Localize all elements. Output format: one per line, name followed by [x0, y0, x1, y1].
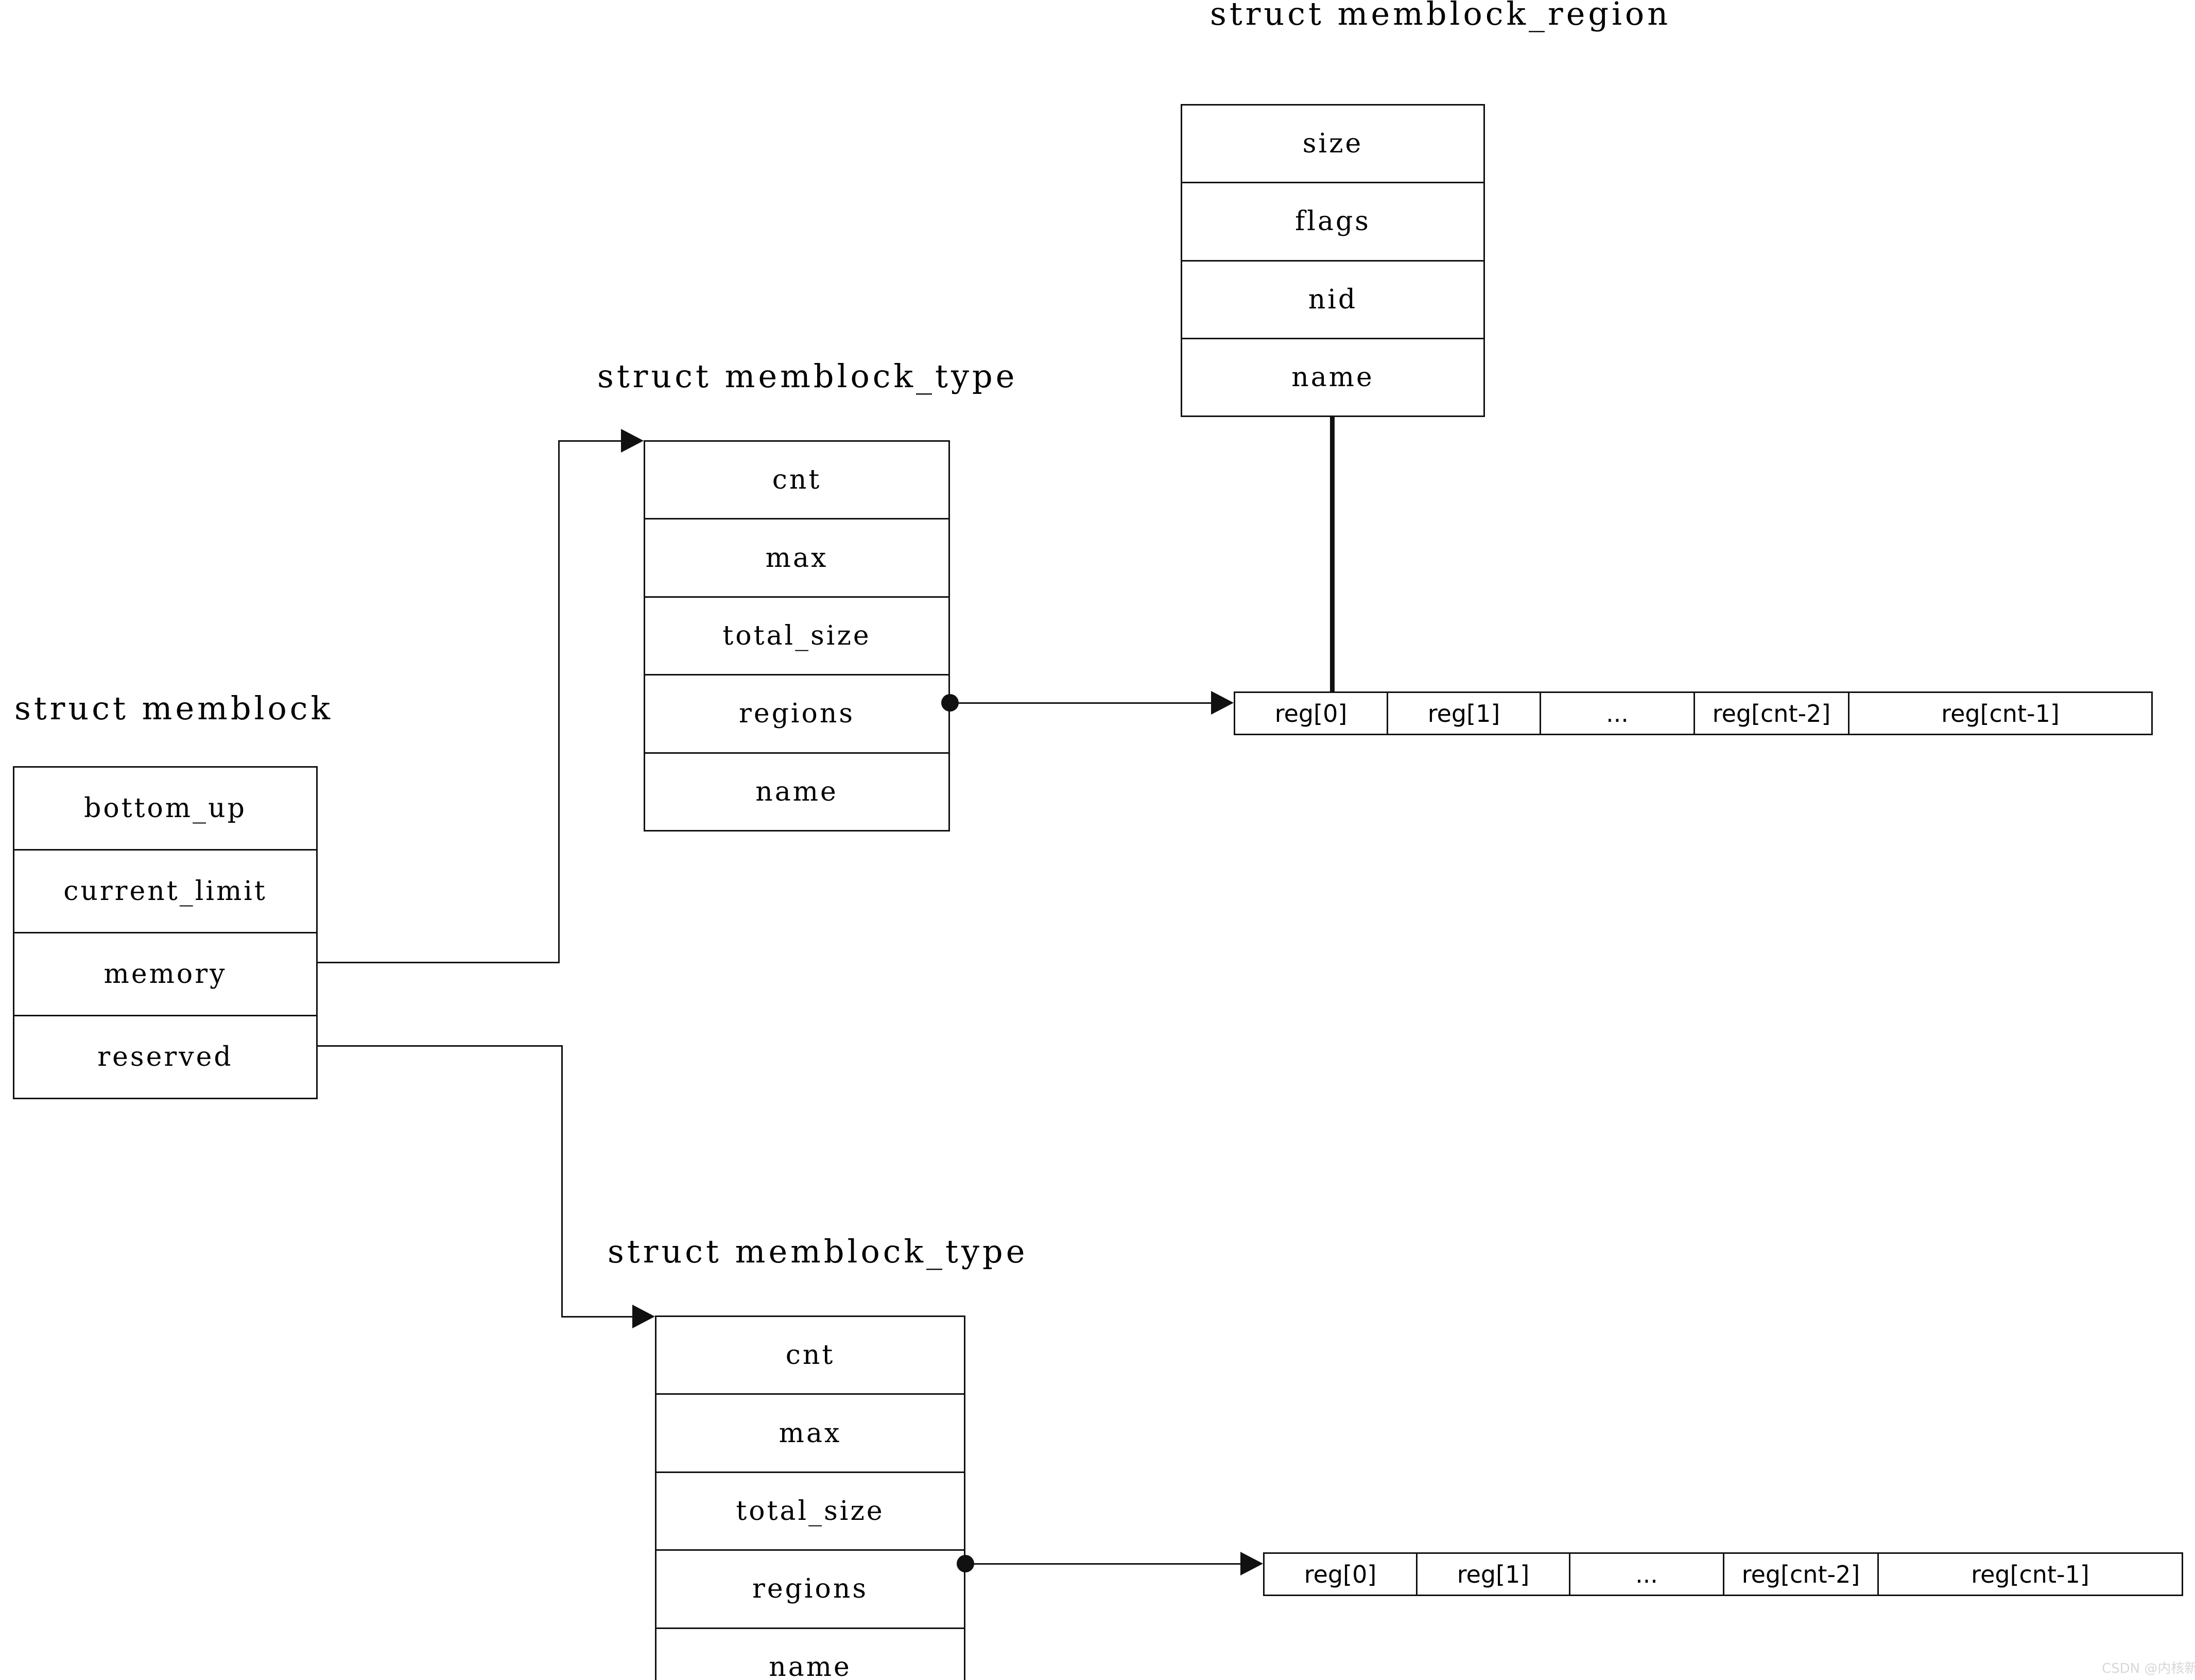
struct-title-memblock-region: struct memblock_region [1210, 0, 1671, 32]
reg-cell-label: reg[0] [1304, 1560, 1377, 1588]
struct-field-row: max [656, 1395, 964, 1473]
struct-field-row: total_size [656, 1473, 964, 1551]
connector-memblock-memory-h2 [558, 440, 621, 442]
reg-cell: reg[1] [1418, 1554, 1570, 1595]
struct-box-memblock: bottom_up current_limit memory reserved [13, 766, 318, 1099]
reg-cell-label: reg[0] [1274, 699, 1347, 728]
struct-field-row: bottom_up [14, 768, 316, 851]
reg-cell: reg[cnt-1] [1879, 1554, 2182, 1595]
reg-cell-label: reg[cnt-2] [1741, 1560, 1860, 1588]
arrowhead-memblock-memory [621, 429, 644, 453]
struct-field-row: max [645, 519, 948, 598]
struct-field-label: name [769, 1651, 852, 1680]
reg-cell: reg[cnt-1] [1850, 693, 2151, 734]
struct-field-row: size [1182, 106, 1483, 184]
connector-memblock-reserved-h1 [316, 1045, 563, 1047]
struct-field-label: flags [1295, 206, 1371, 237]
struct-field-row: reserved [14, 1016, 316, 1098]
struct-field-label: bottom_up [84, 793, 247, 824]
struct-field-row: current_limit [14, 851, 316, 933]
struct-field-label: max [779, 1417, 842, 1449]
reg-cell: reg[0] [1235, 693, 1388, 734]
struct-field-row: name [645, 753, 948, 830]
reg-cell: reg[0] [1265, 1554, 1418, 1595]
struct-field-row: flags [1182, 183, 1483, 262]
struct-title-memblock-type-memory: struct memblock_type [597, 357, 1018, 395]
struct-field-label: size [1302, 128, 1363, 160]
arrowhead-memblock-reserved [632, 1305, 655, 1328]
struct-field-row: memory [14, 933, 316, 1016]
struct-title-memblock: struct memblock [14, 689, 334, 727]
reg-array-reserved: reg[0] reg[1] ... reg[cnt-2] reg[cnt-1] [1263, 1552, 2183, 1596]
reg-cell: reg[1] [1388, 693, 1541, 734]
reg-cell: ... [1570, 1554, 1724, 1595]
connector-memblock-reserved-v [561, 1045, 563, 1317]
reg-cell-label: reg[cnt-1] [1941, 699, 2060, 728]
reg-cell: ... [1541, 693, 1695, 734]
reg-cell-label: ... [1635, 1560, 1658, 1588]
reg-cell-label: reg[1] [1457, 1560, 1530, 1588]
struct-field-row: cnt [656, 1317, 964, 1395]
struct-field-row: cnt [645, 442, 948, 520]
struct-field-row: nid [1182, 261, 1483, 339]
struct-field-label: name [755, 776, 838, 807]
connector-region-to-reg0 [1330, 416, 1335, 692]
connector-reserved-regions [965, 1563, 1240, 1565]
arrowhead-memory-regions [1211, 691, 1234, 715]
struct-field-row: name [656, 1629, 964, 1680]
reg-cell-label: reg[1] [1427, 699, 1500, 728]
connector-memblock-reserved-h2 [561, 1316, 632, 1318]
struct-box-memblock-type-reserved: cnt max total_size regions name [655, 1315, 965, 1680]
struct-field-label: cnt [785, 1340, 835, 1371]
reg-cell-label: reg[cnt-1] [1971, 1560, 2089, 1588]
connector-memory-regions [950, 702, 1213, 704]
struct-field-label: regions [752, 1573, 869, 1605]
struct-field-label: total_size [722, 620, 871, 652]
reg-cell: reg[cnt-2] [1695, 693, 1850, 734]
struct-field-label: regions [738, 698, 855, 730]
struct-box-memblock-region: size flags nid name [1181, 104, 1485, 417]
reg-cell-label: ... [1606, 699, 1629, 728]
struct-field-label: total_size [736, 1496, 885, 1527]
struct-field-label: current_limit [63, 876, 267, 907]
reg-cell-label: reg[cnt-2] [1712, 699, 1831, 728]
struct-field-label: max [765, 542, 828, 574]
struct-field-row: total_size [645, 597, 948, 676]
struct-field-row: regions [656, 1551, 964, 1629]
struct-box-memblock-type-memory: cnt max total_size regions name [644, 440, 950, 832]
watermark: CSDN @内核新视界 [2102, 1661, 2195, 1676]
arrowhead-reserved-regions [1240, 1552, 1263, 1575]
struct-field-label: cnt [772, 464, 822, 496]
struct-field-label: name [1291, 361, 1374, 393]
struct-title-memblock-type-reserved: struct memblock_type [608, 1233, 1028, 1270]
struct-field-label: nid [1308, 284, 1358, 315]
struct-field-label: reserved [97, 1042, 233, 1072]
reg-cell: reg[cnt-2] [1724, 1554, 1879, 1595]
struct-field-row: name [1182, 339, 1483, 415]
reg-array-memory: reg[0] reg[1] ... reg[cnt-2] reg[cnt-1] [1234, 691, 2153, 735]
struct-field-row: regions [645, 676, 948, 754]
connector-memblock-memory-h1 [316, 962, 559, 963]
struct-field-label: memory [103, 959, 227, 990]
diagram-canvas: struct memblock_region size flags nid na… [0, 0, 2195, 1680]
connector-memblock-memory-v [558, 440, 560, 963]
